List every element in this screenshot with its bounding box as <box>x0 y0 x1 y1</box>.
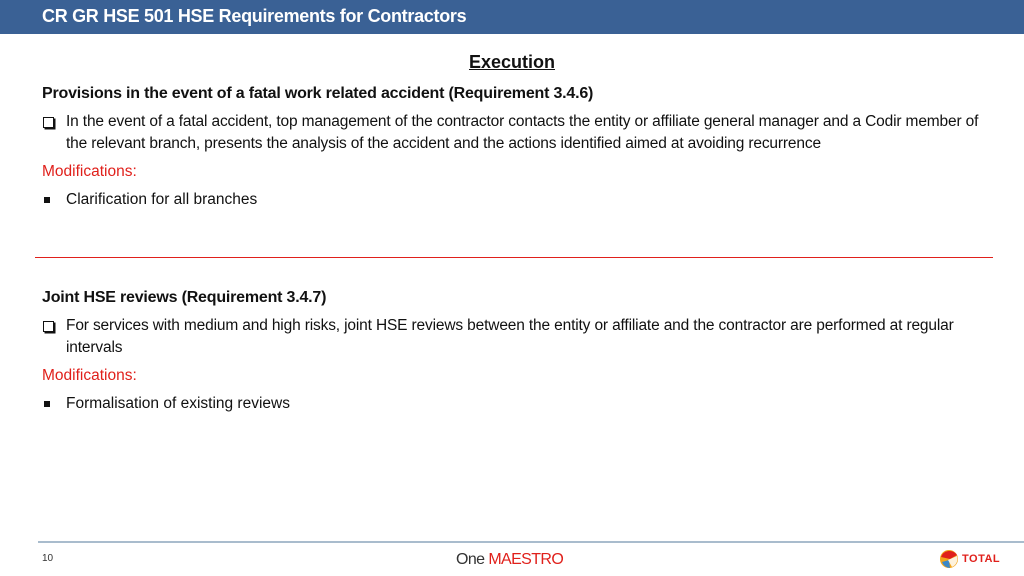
requirement-title: Joint HSE reviews (Requirement 3.4.7) <box>42 289 327 306</box>
brand-one-maestro: One MAESTRO <box>456 551 564 568</box>
requirement-item: For services with medium and high risks,… <box>42 315 982 359</box>
footer-divider <box>38 541 1024 543</box>
title-bar: CR GR HSE 501 HSE Requirements for Contr… <box>0 0 1024 34</box>
modification-item: Clarification for all branches <box>42 189 982 211</box>
total-logo: TOTAL <box>938 548 1018 572</box>
modification-item: Formalisation of existing reviews <box>42 393 982 415</box>
requirement-block-3-4-6: Provisions in the event of a fatal work … <box>42 83 982 211</box>
requirement-item: In the event of a fatal accident, top ma… <box>42 111 982 155</box>
page-number: 10 <box>42 553 54 564</box>
square-bullet-icon <box>44 401 50 407</box>
total-logo-icon <box>940 550 958 568</box>
requirement-block-3-4-7: Joint HSE reviews (Requirement 3.4.7) Fo… <box>42 287 982 415</box>
slide-title: CR GR HSE 501 HSE Requirements for Contr… <box>42 6 467 26</box>
checkbox-bullet-icon <box>43 321 54 332</box>
section-heading: Execution <box>468 52 556 72</box>
checkbox-bullet-icon <box>43 117 54 128</box>
requirement-title: Provisions in the event of a fatal work … <box>42 85 594 102</box>
modifications-label: Modifications: <box>42 163 137 180</box>
section-divider <box>35 257 993 258</box>
modifications-label: Modifications: <box>42 367 137 384</box>
square-bullet-icon <box>44 197 50 203</box>
